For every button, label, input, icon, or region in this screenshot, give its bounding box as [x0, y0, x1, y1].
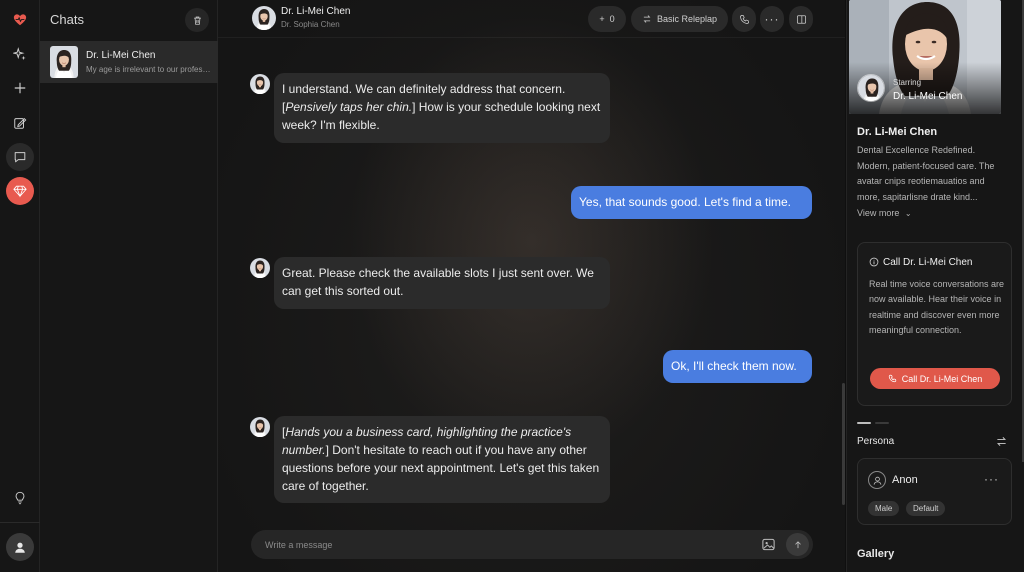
starring-avatar — [857, 74, 885, 102]
persona-avatar-icon — [868, 471, 886, 489]
more-button[interactable]: ··· — [760, 6, 784, 32]
chat-icon[interactable] — [6, 143, 34, 171]
phone-icon — [739, 14, 749, 24]
arrow-up-icon — [794, 540, 801, 548]
carousel-indicator[interactable] — [857, 411, 893, 429]
header-avatar[interactable] — [252, 6, 276, 30]
call-card: Call Dr. Li-Mei Chen Real time voice con… — [857, 242, 1012, 406]
user-message: Yes, that sounds good. Let's find a time… — [571, 186, 812, 219]
send-button[interactable] — [786, 533, 809, 556]
info-icon — [869, 257, 879, 267]
heart-pulse-icon[interactable] — [6, 6, 34, 34]
bot-message: [Hands you a business card, highlighting… — [274, 416, 610, 503]
call-button-label: Call Dr. Li-Mei Chen — [901, 373, 983, 384]
header-name: Dr. Li-Mei Chen — [281, 6, 351, 17]
rail-divider — [0, 522, 40, 523]
message-input[interactable] — [265, 530, 745, 559]
chat-list-item[interactable]: Dr. Li-Mei Chen My age is irrelevant to … — [40, 41, 218, 83]
add-count-button[interactable]: + 0 — [588, 6, 626, 32]
persona-label: Persona — [857, 436, 895, 447]
chats-title: Chats — [50, 12, 84, 27]
persona-tag: Male — [868, 501, 900, 516]
character-panel: Starring Dr. Li-Mei Chen Dr. Li-Mei Chen… — [846, 0, 1024, 572]
more-icon: ··· — [764, 12, 780, 26]
chat-item-preview: My age is irrelevant to our profession..… — [86, 65, 212, 74]
trash-icon[interactable] — [185, 8, 209, 32]
message-text: Yes, that sounds good. Let's find a time… — [579, 195, 791, 209]
chat-header: Dr. Li-Mei Chen Dr. Sophia Chen + 0 Basi… — [218, 0, 845, 38]
user-avatar[interactable] — [6, 533, 34, 561]
mode-button[interactable]: Basic Releplap — [631, 6, 728, 32]
chat-main: Dr. Li-Mei Chen Dr. Sophia Chen + 0 Basi… — [218, 0, 845, 572]
mode-label: Basic Releplap — [656, 14, 718, 24]
header-subtitle: Dr. Sophia Chen — [281, 20, 340, 29]
message-text: Ok, I'll check them now. — [671, 359, 797, 373]
persona-name: Anon — [892, 474, 918, 486]
call-card-description: Real time voice conversations are now av… — [869, 279, 1005, 335]
panel-toggle-button[interactable] — [789, 6, 813, 32]
chats-sidebar: Chats Dr. Li-Mei Chen My age is irreleva… — [40, 0, 218, 572]
message-avatar — [250, 417, 270, 437]
sparkle-icon[interactable] — [6, 40, 34, 68]
chat-thumbnail — [50, 46, 78, 78]
image-upload-icon[interactable] — [761, 537, 776, 552]
message-text: Great. Please check the available slots … — [282, 266, 594, 298]
message-action-text: Pensively taps her chin. — [285, 100, 413, 114]
phone-icon — [888, 374, 896, 383]
plus-icon: + — [599, 14, 605, 24]
edit-icon[interactable] — [6, 109, 34, 137]
sidebar-icon — [796, 14, 806, 24]
gem-icon[interactable] — [6, 177, 34, 205]
character-title: Dr. Li-Mei Chen — [857, 126, 938, 138]
swap-icon[interactable] — [996, 436, 1007, 447]
persona-more-icon[interactable]: ··· — [984, 472, 999, 486]
carousel-dot[interactable] — [875, 422, 889, 424]
gallery-label: Gallery — [857, 548, 895, 560]
view-more-link[interactable]: View more ⌄ — [857, 208, 912, 218]
bot-message: I understand. We can definitely address … — [274, 73, 610, 143]
swap-icon — [643, 15, 651, 23]
persona-tag: Default — [906, 501, 946, 516]
count-label: 0 — [609, 14, 615, 24]
bot-message: Great. Please check the available slots … — [274, 257, 610, 309]
message-avatar — [250, 74, 270, 94]
chat-scrollbar[interactable] — [842, 383, 845, 505]
persona-card[interactable]: Anon ··· Male Default — [857, 458, 1012, 525]
phone-button[interactable] — [732, 6, 756, 32]
user-message: Ok, I'll check them now. — [663, 350, 812, 383]
starring-label: Starring — [893, 78, 922, 87]
character-description: Dental Excellence Redefined. Modern, pat… — [857, 145, 995, 202]
view-more-label: View more — [857, 208, 900, 218]
message-composer — [251, 530, 813, 559]
lightbulb-icon[interactable] — [6, 484, 34, 512]
message-avatar — [250, 258, 270, 278]
call-card-title: Call Dr. Li-Mei Chen — [883, 257, 973, 268]
icon-rail — [0, 0, 40, 572]
starring-name: Dr. Li-Mei Chen — [893, 91, 963, 102]
chat-item-name: Dr. Li-Mei Chen — [86, 50, 156, 61]
plus-icon[interactable] — [6, 74, 34, 102]
carousel-dot-active[interactable] — [857, 422, 871, 424]
chevron-down-icon: ⌄ — [904, 209, 912, 218]
message-text: ] Don't hesitate to reach out if you hav… — [282, 443, 600, 493]
call-button[interactable]: Call Dr. Li-Mei Chen — [870, 368, 1000, 389]
